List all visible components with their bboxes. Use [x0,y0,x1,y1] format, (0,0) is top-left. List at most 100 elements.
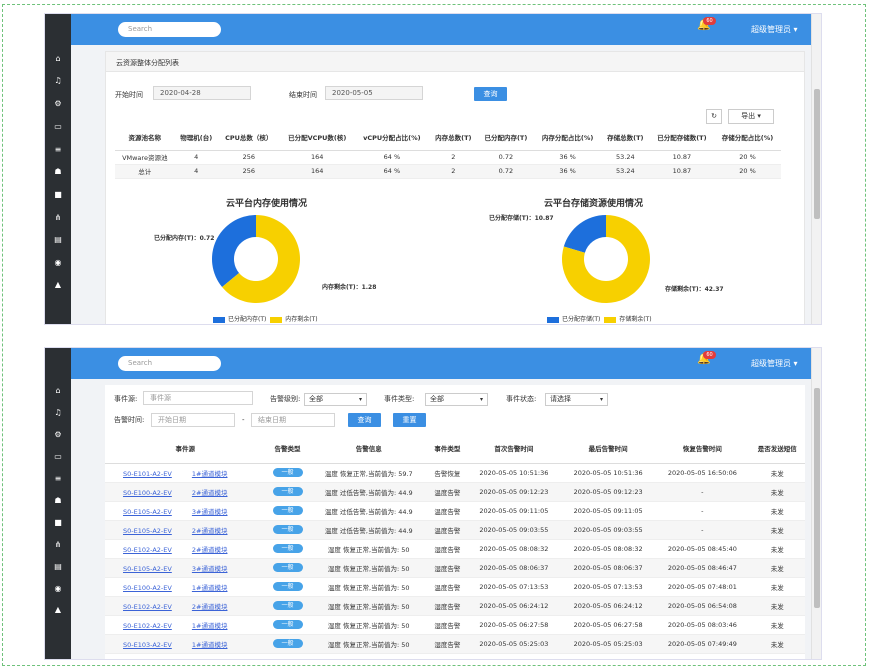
admin-menu[interactable]: 超级管理员 ▾ [751,24,798,35]
panel-title: 云资源整体分配列表 [116,59,179,67]
channel-link[interactable]: 2#通道模块 [192,489,228,497]
eye-icon[interactable]: ◉ [45,258,71,268]
users-icon[interactable]: ☗ [45,496,71,506]
table-row[interactable]: S0-E102-A2-EV 2#通道模块 一般 湿度 恢复正常,当前值为: 50 湿度… [105,539,805,559]
eye-icon[interactable]: ◉ [45,584,71,594]
event-source-link[interactable]: S0-E102-A2-EV [123,546,172,554]
list-icon[interactable]: ≡ [45,145,71,155]
users-icon[interactable]: ☗ [45,167,71,177]
list-icon[interactable]: ≡ [45,474,71,484]
table-cell: 温度 过低告警,当前值为: 44.9 [309,520,429,540]
scrollbar[interactable] [811,348,821,659]
alarm-level-badge: 一般 [272,544,303,553]
table-cell: 湿度告警 [428,539,467,559]
donut-slice-0[interactable] [212,215,256,288]
channel-link[interactable]: 2#通道模块 [192,527,228,535]
channel-link[interactable]: 3#通道模块 [192,508,228,516]
table-icon[interactable]: ▤ [45,562,71,572]
table-cell: 未发 [749,501,805,521]
table-row[interactable]: S0-E101-A2-EV 1#通道模块 一般 温度 恢复正常,当前值为: 59.7… [105,463,805,483]
start-time-input[interactable]: 2020-04-28 [153,86,251,100]
search-input[interactable]: Search [118,22,221,37]
table-row[interactable]: S0-E102-A2-EV 1#通道模块 一般 湿度 恢复正常,当前值为: 50 湿度… [105,615,805,635]
event-source-link[interactable]: S0-E105-A2-EV [123,527,172,535]
table-cell: 温度告警 [428,501,467,521]
event-source-link[interactable]: S0-E103-A2-EV [123,641,172,649]
table-cell: 未发 [749,596,805,616]
scrollbar[interactable] [811,14,821,324]
channel-link[interactable]: 1#通道模块 [192,622,228,630]
event-source-link[interactable]: S0-E105-A2-EV [123,508,172,516]
event-source-link[interactable]: S0-E105-A2-EV [123,565,172,573]
alarm-level-badge: 一般 [272,601,303,610]
event-source-link[interactable]: S0-E100-A2-EV [123,584,172,592]
event-source-cell: S0-E102-A2-EV 2#通道模块 [105,539,266,559]
table-row[interactable]: S0-E102-A2-EV 2#通道模块 一般 湿度 恢复正常,当前值为: 50 湿度… [105,596,805,616]
column-header[interactable]: 恢复告警时间 [655,437,750,464]
table-row[interactable]: S0-E100-A2-EV 1#通道模块 一般 温度 恢复正常,当前值为: 50 温度… [105,577,805,597]
event-source-cell: S0-E103-A2-EV 1#通道模块 [105,634,266,654]
table-row[interactable]: S0-E100-A2-EV 2#通道模块 一般 温度 过低告警,当前值为: 44.9… [105,482,805,502]
user-icon[interactable]: ▲ [45,280,71,290]
reset-button[interactable]: 重置 [393,413,426,427]
event-source-link[interactable]: S0-E102-A2-EV [123,603,172,611]
event-source-link[interactable]: S0-E101-A2-EV [123,470,172,478]
channel-link[interactable]: 2#通道模块 [192,603,228,611]
column-header[interactable]: 事件源 [105,437,266,464]
table-cell: 告警恢复 [428,463,467,483]
user-icon[interactable]: ▲ [45,605,71,615]
scroll-thumb[interactable] [814,388,820,608]
alarm-icon[interactable]: ♫ [45,76,71,86]
column-header[interactable]: 告警信息 [309,437,429,464]
channel-link[interactable]: 1#通道模块 [192,641,228,649]
end-time-input[interactable]: 2020-05-05 [325,86,423,100]
channel-link[interactable]: 1#通道模块 [192,584,228,592]
alarm-level-select[interactable]: 全部 ▾ [304,393,367,406]
event-source-link[interactable]: S0-E102-A2-EV [123,622,172,630]
admin-menu[interactable]: 超级管理员 ▾ [751,358,798,369]
cogs-icon[interactable]: ⚙ [45,99,71,109]
column-header[interactable]: 事件类型 [428,437,467,464]
table-row[interactable]: S0-E105-A2-EV 3#通道模块 一般 湿度 恢复正常,当前值为: 50 湿度… [105,558,805,578]
table-cell: 2020-05-05 07:13:53 [560,577,656,597]
sidebar: ⌂ ♫ ⚙ ▭ ≡ ☗ ■ ⋔ ▤ ◉ ▲ [45,14,71,324]
table-cell: 未发 [749,539,805,559]
query-button[interactable]: 查询 [474,87,507,101]
cogs-icon[interactable]: ⚙ [45,430,71,440]
event-source-cell: S0-E105-A2-EV 3#通道模块 [105,501,266,521]
export-button[interactable]: 导出 ▾ [728,109,774,124]
table-row[interactable]: S0-E103-A2-EV 1#通道模块 一般 湿度 恢复正常,当前值为: 50 湿度… [105,634,805,654]
donut-slice-0[interactable] [563,215,606,253]
camera-icon[interactable]: ■ [45,190,71,200]
alarm-icon[interactable]: ♫ [45,408,71,418]
column-header[interactable]: 最后告警时间 [560,437,656,464]
sitemap-icon[interactable]: ⋔ [45,213,71,223]
column-header[interactable]: 告警类型 [265,437,310,464]
channel-link[interactable]: 1#通道模块 [192,470,228,478]
table-row[interactable]: S0-E105-A2-EV 2#通道模块 一般 温度 过低告警,当前值为: 44.9… [105,520,805,540]
event-type-select[interactable]: 全部 ▾ [425,393,488,406]
start-date-input[interactable]: 开始日期 [151,413,235,427]
end-date-input[interactable]: 结束日期 [251,413,335,427]
home-icon[interactable]: ⌂ [45,386,71,396]
scroll-thumb[interactable] [814,89,820,219]
column-header[interactable]: 是否发送短信 [749,437,805,464]
table-icon[interactable]: ▤ [45,235,71,245]
channel-link[interactable]: 2#通道模块 [192,546,228,554]
query-button[interactable]: 查询 [348,413,381,427]
event-status-select[interactable]: 请选择 ▾ [545,393,608,406]
channel-link[interactable]: 3#通道模块 [192,565,228,573]
monitor-icon[interactable]: ▭ [45,122,71,132]
home-icon[interactable]: ⌂ [45,54,71,64]
monitor-icon[interactable]: ▭ [45,452,71,462]
event-source-input[interactable]: 事件源 [143,391,253,405]
search-input[interactable]: Search [118,356,221,371]
table-row[interactable]: S0-E105-A2-EV 3#通道模块 一般 温度 过低告警,当前值为: 44.9… [105,501,805,521]
sitemap-icon[interactable]: ⋔ [45,540,71,550]
column-header[interactable]: 首次告警时间 [466,437,561,464]
alarm-level-badge: 一般 [272,639,303,648]
event-source-link[interactable]: S0-E100-A2-EV [123,489,172,497]
refresh-icon[interactable]: ↻ [706,109,722,124]
camera-icon[interactable]: ■ [45,518,71,528]
table-cell: 未发 [749,558,805,578]
